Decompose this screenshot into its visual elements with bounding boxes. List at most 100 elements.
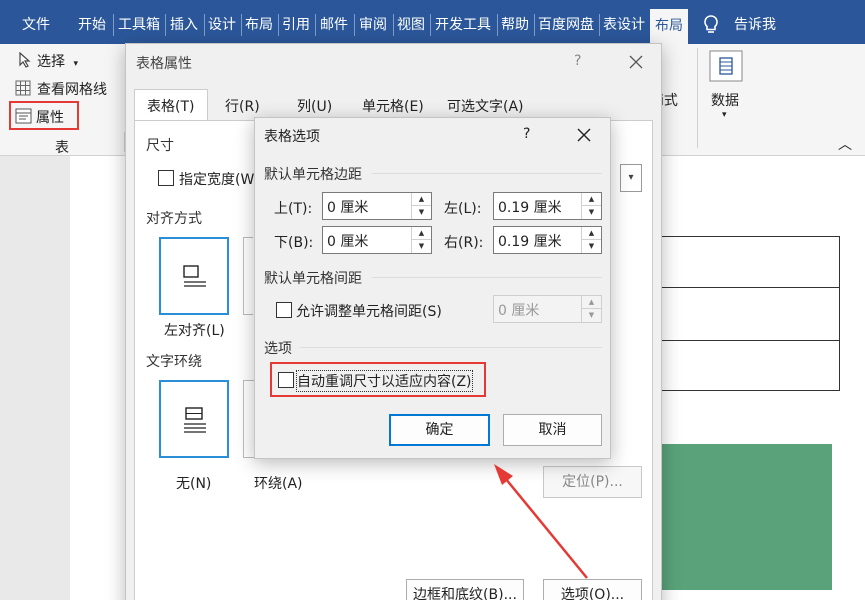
collapse-ribbon-icon[interactable]: ︿: [838, 134, 852, 154]
options-section-label: 选项: [264, 341, 292, 357]
tab-layout[interactable]: 布局: [242, 0, 276, 44]
tab-view[interactable]: 视图: [394, 0, 428, 44]
cell-spacing-label: 默认单元格间距: [264, 271, 362, 287]
cell-spacing-spinner[interactable]: 0 厘米 ▲ ▼: [493, 295, 602, 323]
left-margin-label: 左(L):: [444, 201, 482, 217]
autofit-label: 自动重调尺寸以适应内容(Z): [296, 370, 473, 392]
spinner-down-icon[interactable]: ▼: [582, 240, 601, 253]
properties-label: 属性: [36, 110, 64, 126]
bottom-margin-value: 0 厘米: [327, 234, 369, 250]
annotation-arrow: [494, 464, 588, 579]
dialog-title: 表格选项: [264, 129, 320, 145]
bottom-margin-spinner[interactable]: 0 厘米 ▲ ▼: [322, 226, 432, 254]
right-margin-value: 0.19 厘米: [498, 234, 562, 250]
spinner-up-icon[interactable]: ▲: [412, 193, 431, 206]
wrap-none-label: 无(N): [176, 476, 212, 492]
tab-mailings[interactable]: 邮件: [316, 0, 352, 44]
allow-spacing-label: 允许调整单元格间距(S): [296, 304, 442, 320]
chevron-down-icon: ▾: [73, 59, 78, 69]
tab-home[interactable]: 开始: [74, 0, 110, 44]
table-row-divider: [631, 287, 839, 288]
tell-me-search[interactable]: 告诉我: [730, 0, 780, 44]
tab-toolbox[interactable]: 工具箱: [115, 0, 163, 44]
tab-cell[interactable]: 单元格(E): [362, 96, 424, 116]
properties-button[interactable]: 属性: [9, 101, 79, 130]
group-divider: [697, 48, 698, 148]
select-button[interactable]: 选择 ▾: [37, 51, 78, 71]
spinner-down-icon[interactable]: ▼: [582, 309, 601, 322]
tab-column[interactable]: 列(U): [297, 96, 332, 116]
tab-design[interactable]: 设计: [205, 0, 239, 44]
spinner-up-icon[interactable]: ▲: [582, 227, 601, 240]
autofit-checkbox[interactable]: [278, 372, 294, 388]
wrap-around-label: 环绕(A): [254, 476, 303, 492]
tab-references[interactable]: 引用: [279, 0, 313, 44]
spinner-down-icon[interactable]: ▼: [412, 240, 431, 253]
group-table-label: 表: [55, 140, 69, 156]
tab-table-design[interactable]: 表设计: [600, 0, 648, 44]
right-margin-spinner[interactable]: 0.19 厘米 ▲ ▼: [493, 226, 602, 254]
spinner-up-icon[interactable]: ▲: [582, 296, 601, 309]
wrap-section-label: 文字环绕: [146, 354, 202, 370]
dialog-title: 表格属性: [136, 56, 192, 72]
spinner-arrows[interactable]: ▲ ▼: [581, 193, 601, 219]
ribbon-tab-bar: 文件 开始 工具箱 插入 设计 布局 引用 邮件 审阅 视图 开发工具 帮助 百…: [0, 0, 865, 44]
tab-help[interactable]: 帮助: [498, 0, 532, 44]
wrap-none-option[interactable]: [159, 380, 229, 458]
tab-table[interactable]: 表格(T): [134, 89, 208, 121]
tab-table-layout[interactable]: 布局: [650, 9, 688, 44]
measure-dropdown[interactable]: ▾: [620, 164, 642, 192]
tab-alt-text[interactable]: 可选文字(A): [447, 96, 524, 116]
spinner-up-icon[interactable]: ▲: [412, 227, 431, 240]
close-icon[interactable]: [577, 128, 591, 142]
data-icon: [709, 50, 743, 82]
tab-review[interactable]: 审阅: [355, 0, 391, 44]
tab-developer[interactable]: 开发工具: [431, 0, 495, 44]
right-margin-label: 右(R):: [444, 235, 484, 251]
autofit-option-highlight: 自动重调尺寸以适应内容(Z): [270, 362, 486, 397]
data-button[interactable]: 数据: [711, 90, 739, 110]
select-label: 选择: [37, 54, 65, 70]
alignment-section-label: 对齐方式: [146, 211, 202, 227]
table-options-dialog: 表格选项 ? 默认单元格边距 上(T): 0 厘米 ▲ ▼ 左(L): 0.19 …: [254, 117, 611, 459]
left-margin-spinner[interactable]: 0.19 厘米 ▲ ▼: [493, 192, 602, 220]
gridlines-icon: [15, 80, 31, 96]
cursor-arrow-icon: [19, 52, 31, 68]
lightbulb-icon: [704, 15, 718, 33]
align-left-label: 左对齐(L): [164, 323, 225, 339]
specify-width-label: 指定宽度(W: [179, 172, 255, 188]
help-button[interactable]: ?: [574, 53, 581, 69]
help-button[interactable]: ?: [523, 126, 530, 142]
partial-ribbon-text: i式: [660, 93, 678, 109]
ok-button[interactable]: 确定: [389, 414, 490, 446]
align-center-option[interactable]: [243, 237, 253, 315]
bottom-margin-label: 下(B):: [274, 235, 314, 251]
spinner-down-icon[interactable]: ▼: [582, 206, 601, 219]
align-left-option[interactable]: [159, 237, 229, 315]
cell-spacing-value: 0 厘米: [498, 303, 540, 319]
tab-file[interactable]: 文件: [14, 0, 58, 44]
tab-baidu-netdisk[interactable]: 百度网盘: [535, 0, 597, 44]
spinner-up-icon[interactable]: ▲: [582, 193, 601, 206]
specify-width-checkbox[interactable]: [158, 170, 174, 186]
wrap-none-icon: [184, 407, 206, 433]
spinner-arrows[interactable]: ▲ ▼: [581, 227, 601, 253]
spinner-arrows[interactable]: ▲ ▼: [411, 227, 431, 253]
tab-row[interactable]: 行(R): [225, 96, 260, 116]
tab-insert[interactable]: 插入: [166, 0, 202, 44]
top-margin-label: 上(T):: [274, 201, 313, 217]
spinner-arrows[interactable]: ▲ ▼: [411, 193, 431, 219]
top-margin-spinner[interactable]: 0 厘米 ▲ ▼: [322, 192, 432, 220]
spinner-arrows[interactable]: ▲ ▼: [581, 296, 601, 322]
size-section-label: 尺寸: [146, 138, 174, 154]
view-gridlines-button[interactable]: 查看网格线: [37, 79, 107, 99]
spinner-down-icon[interactable]: ▼: [412, 206, 431, 219]
table-row-divider: [631, 340, 839, 341]
top-margin-value: 0 厘米: [327, 200, 369, 216]
cell-margins-label: 默认单元格边距: [264, 167, 362, 183]
close-icon[interactable]: [629, 55, 643, 69]
table-properties-icon: [15, 108, 32, 124]
left-margin-value: 0.19 厘米: [498, 200, 562, 216]
allow-spacing-checkbox[interactable]: [276, 302, 292, 318]
align-left-icon: [183, 265, 206, 287]
